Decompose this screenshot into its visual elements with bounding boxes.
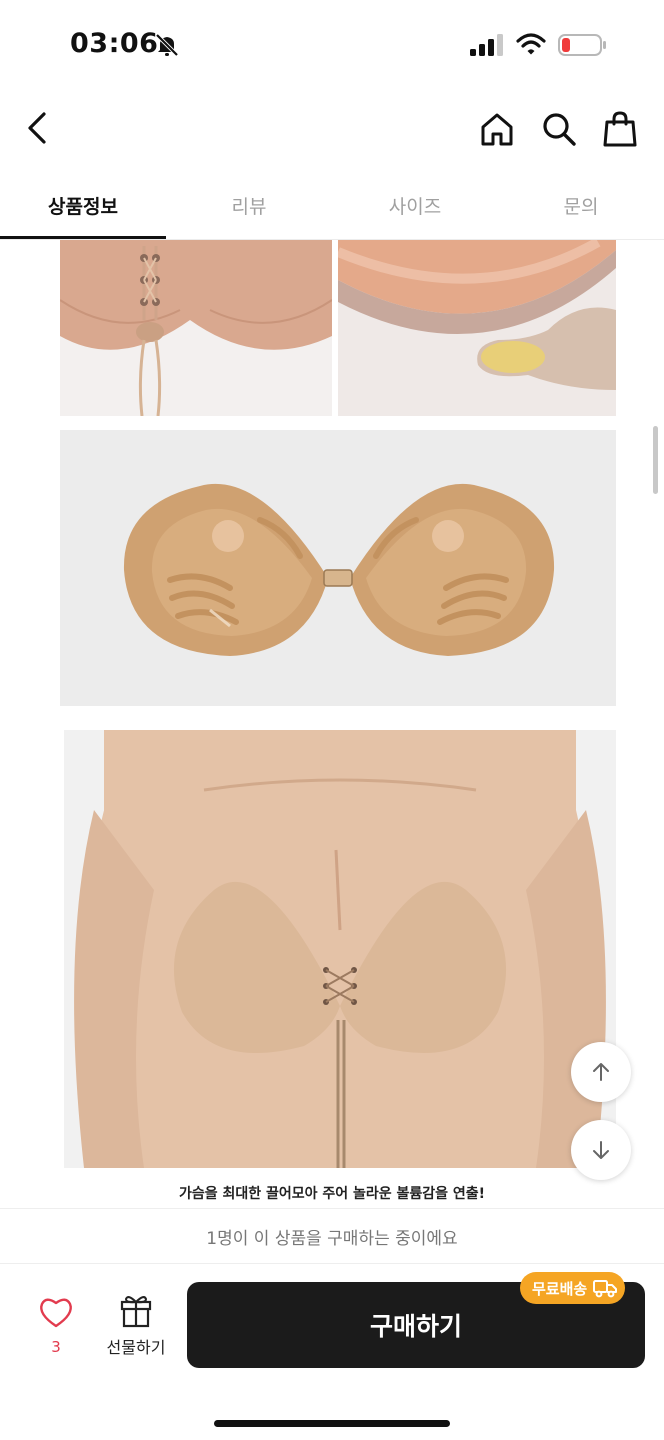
- truck-icon: [593, 1280, 618, 1298]
- tab-inquiry[interactable]: 문의: [498, 170, 664, 240]
- tab-reviews[interactable]: 리뷰: [166, 170, 332, 240]
- back-arrow-icon[interactable]: [22, 108, 54, 148]
- battery-icon: [558, 34, 606, 56]
- gift-button[interactable]: 선물하기: [98, 1294, 174, 1364]
- shopping-bag-icon[interactable]: [602, 110, 638, 148]
- arrow-down-icon: [593, 1141, 609, 1159]
- gift-icon: [120, 1296, 152, 1328]
- arrow-up-icon: [593, 1063, 609, 1081]
- gift-label: 선물하기: [106, 1338, 166, 1357]
- product-photo-inner-side: [60, 430, 616, 706]
- home-icon[interactable]: [478, 110, 516, 148]
- tab-size[interactable]: 사이즈: [332, 170, 498, 240]
- product-caption: 가슴을 최대한 끌어모아 주어 놀라운 볼륨감을 연출!: [178, 1186, 486, 1202]
- status-time: 03:06: [70, 28, 159, 59]
- active-tab-indicator: [0, 236, 166, 239]
- nav-bar: [0, 92, 664, 170]
- scrollbar-thumb[interactable]: [653, 426, 658, 494]
- like-count: 3: [51, 1338, 61, 1356]
- tab-product-info[interactable]: 상품정보: [0, 170, 166, 240]
- tab-bar: 상품정보 리뷰 사이즈 문의: [0, 170, 664, 240]
- scroll-to-top-button[interactable]: [571, 1042, 631, 1102]
- status-bar: 03:06: [0, 0, 664, 92]
- product-photo-lace-detail: [60, 240, 332, 416]
- free-shipping-badge: 무료배송: [520, 1272, 626, 1304]
- home-indicator: [214, 1420, 450, 1427]
- product-photo-cup-edge: [338, 240, 616, 416]
- free-shipping-label: 무료배송: [532, 1279, 588, 1298]
- cellular-signal-icon: [470, 34, 503, 56]
- search-icon[interactable]: [540, 110, 578, 148]
- bell-slash-icon: [155, 33, 179, 57]
- purchase-activity-notice: 1명이 이 상품을 구매하는 중이에요: [0, 1208, 664, 1264]
- like-button[interactable]: 3: [30, 1294, 82, 1364]
- scroll-to-bottom-button[interactable]: [571, 1120, 631, 1180]
- bottom-action-bar: 3 선물하기 구매하기 무료배송: [0, 1264, 664, 1440]
- product-photo-model-wearing: [64, 730, 616, 1168]
- wifi-icon: [516, 33, 546, 55]
- product-detail-content: [0, 240, 664, 1210]
- heart-icon: [40, 1298, 72, 1328]
